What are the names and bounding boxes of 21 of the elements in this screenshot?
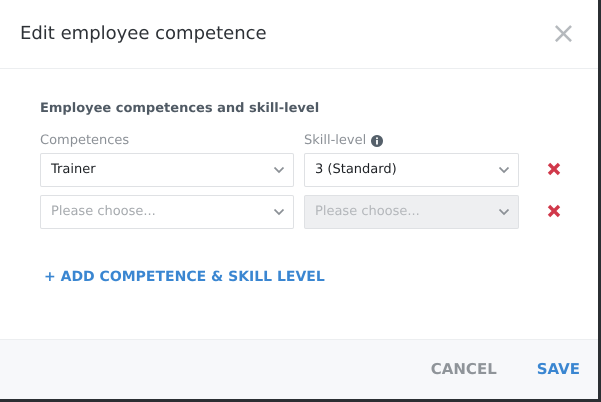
delete-icon [547, 162, 561, 176]
chevron-icon [498, 208, 510, 216]
delete-icon [547, 204, 561, 218]
save-button[interactable]: SAVE [536, 358, 580, 381]
chevron-icon [498, 166, 510, 174]
delete-button[interactable] [547, 204, 563, 220]
chevron-icon [273, 166, 285, 174]
column-label: Skill-level [304, 132, 366, 150]
select-field: Please choose... [304, 194, 519, 228]
select-field[interactable]: Please choose... [40, 194, 294, 228]
add-competence-link[interactable]: + ADD COMPETENCE & SKILL LEVEL [44, 266, 325, 288]
select-field[interactable]: Trainer [40, 152, 294, 186]
section-title: Employee competences and skill-level [40, 100, 320, 118]
column-label: Competences [40, 132, 130, 150]
info-icon[interactable] [371, 134, 384, 146]
close-button[interactable]: × [548, 19, 578, 49]
select-field[interactable]: 3 (Standard) [304, 152, 519, 186]
chevron-icon [273, 208, 285, 216]
delete-button[interactable] [547, 162, 563, 178]
dialog-title: Edit employee competence [20, 23, 267, 45]
cancel-button[interactable]: CANCEL [430, 358, 497, 381]
